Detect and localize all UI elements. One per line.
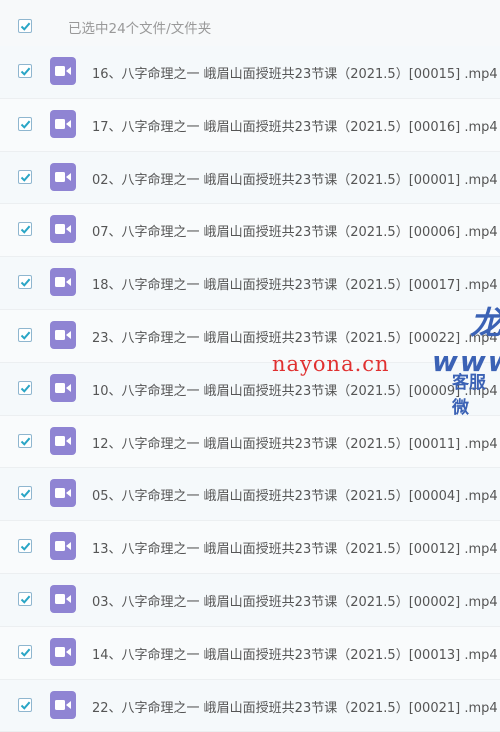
file-row[interactable]: 16、八字命理之一 峨眉山面授班共23节课（2021.5）[00015] .mp…	[0, 46, 500, 99]
video-file-icon	[50, 162, 76, 191]
check-icon	[20, 437, 31, 446]
check-icon	[20, 278, 31, 287]
file-row[interactable]: 03、八字命理之一 峨眉山面授班共23节课（2021.5）[00002] .mp…	[0, 573, 500, 627]
file-checkbox[interactable]	[18, 327, 32, 342]
video-file-icon	[50, 584, 76, 613]
watermark-brand: 龙	[470, 304, 500, 342]
video-file-icon	[50, 479, 76, 508]
video-file-icon	[50, 426, 76, 455]
file-name[interactable]: 05、八字命理之一 峨眉山面授班共23节课（2021.5）[00004] .mp…	[92, 485, 498, 504]
video-file-icon	[50, 532, 76, 561]
file-name[interactable]: 07、八字命理之一 峨眉山面授班共23节课（2021.5）[00006] .mp…	[92, 221, 498, 240]
check-icon	[20, 22, 31, 31]
check-icon	[20, 595, 31, 604]
file-checkbox[interactable]	[18, 644, 32, 659]
file-row[interactable]: 14、八字命理之一 峨眉山面授班共23节课（2021.5）[00013] .mp…	[0, 626, 500, 680]
file-row[interactable]: 23、八字命理之一 峨眉山面授班共23节课（2021.5）[00022] .mp…	[0, 309, 500, 363]
file-row[interactable]: 02、八字命理之一 峨眉山面授班共23节课（2021.5）[00001] .mp…	[0, 151, 500, 205]
file-checkbox[interactable]	[18, 116, 32, 131]
check-icon	[20, 384, 31, 393]
file-name[interactable]: 17、八字命理之一 峨眉山面授班共23节课（2021.5）[00016] .mp…	[92, 116, 498, 135]
file-row[interactable]: 13、八字命理之一 峨眉山面授班共23节课（2021.5）[00012] .mp…	[0, 521, 500, 574]
file-checkbox[interactable]	[18, 591, 32, 606]
file-checkbox[interactable]	[18, 433, 32, 448]
file-checkbox[interactable]	[18, 222, 32, 237]
file-name[interactable]: 10、八字命理之一 峨眉山面授班共23节课（2021.5）[00009] .mp…	[92, 380, 498, 399]
file-name[interactable]: 03、八字命理之一 峨眉山面授班共23节课（2021.5）[00002] .mp…	[92, 591, 498, 610]
file-checkbox[interactable]	[18, 697, 32, 712]
file-checkbox[interactable]	[18, 539, 32, 554]
file-name[interactable]: 23、八字命理之一 峨眉山面授班共23节课（2021.5）[00022] .mp…	[92, 327, 498, 346]
video-file-icon	[50, 373, 76, 402]
check-icon	[20, 173, 31, 182]
file-row[interactable]: 17、八字命理之一 峨眉山面授班共23节课（2021.5）[00016] .mp…	[0, 98, 500, 152]
selection-count-label: 已选中24个文件/文件夹	[68, 21, 212, 37]
video-file-icon	[50, 215, 76, 244]
file-checkbox[interactable]	[18, 64, 32, 78]
file-checkbox[interactable]	[18, 486, 32, 501]
file-checkbox[interactable]	[18, 380, 32, 395]
check-icon	[20, 701, 31, 710]
check-icon	[20, 225, 31, 235]
file-name[interactable]: 12、八字命理之一 峨眉山面授班共23节课（2021.5）[00011] .mp…	[92, 433, 498, 452]
file-name[interactable]: 18、八字命理之一 峨眉山面授班共23节课（2021.5）[00017] .mp…	[92, 274, 498, 293]
check-icon	[20, 489, 31, 499]
file-row[interactable]: 05、八字命理之一 峨眉山面授班共23节课（2021.5）[00004] .mp…	[0, 468, 500, 522]
video-file-icon	[50, 637, 76, 666]
file-name[interactable]: 14、八字命理之一 峨眉山面授班共23节课（2021.5）[00013] .mp…	[92, 644, 498, 663]
video-file-icon	[50, 320, 76, 349]
check-icon	[20, 542, 31, 551]
file-checkbox[interactable]	[18, 275, 32, 290]
file-row[interactable]: 12、八字命理之一 峨眉山面授班共23节课（2021.5）[00011] .mp…	[0, 415, 500, 469]
check-icon	[20, 67, 31, 76]
file-row[interactable]: 22、八字命理之一 峨眉山面授班共23节课（2021.5）[00021] .mp…	[0, 679, 500, 732]
select-all-checkbox[interactable]	[18, 19, 32, 33]
watermark-site: nayona.cn	[272, 352, 390, 376]
selection-header: 已选中24个文件/文件夹	[0, 0, 500, 51]
file-row[interactable]: 07、八字命理之一 峨眉山面授班共23节课（2021.5）[00006] .mp…	[0, 204, 500, 258]
check-icon	[20, 648, 31, 657]
file-name[interactable]: 22、八字命理之一 峨眉山面授班共23节课（2021.5）[00021] .mp…	[92, 697, 498, 716]
watermark-service: 客服微	[452, 373, 486, 418]
file-row[interactable]: 10、八字命理之一 峨眉山面授班共23节课（2021.5）[00009] .mp…	[0, 362, 500, 416]
file-checkbox[interactable]	[18, 169, 32, 184]
video-file-icon	[50, 57, 76, 85]
check-icon	[20, 120, 31, 129]
file-name[interactable]: 13、八字命理之一 峨眉山面授班共23节课（2021.5）[00012] .mp…	[92, 538, 498, 557]
check-icon	[20, 331, 31, 340]
file-name[interactable]: 02、八字命理之一 峨眉山面授班共23节课（2021.5）[00001] .mp…	[92, 169, 498, 188]
file-name[interactable]: 16、八字命理之一 峨眉山面授班共23节课（2021.5）[00015] .mp…	[92, 63, 498, 82]
video-file-icon	[50, 109, 76, 138]
video-file-icon	[50, 268, 76, 297]
video-file-icon	[50, 690, 76, 719]
file-row[interactable]: 18、八字命理之一 峨眉山面授班共23节课（2021.5）[00017] .mp…	[0, 257, 500, 310]
file-list: 16、八字命理之一 峨眉山面授班共23节课（2021.5）[00015] .mp…	[0, 46, 500, 732]
